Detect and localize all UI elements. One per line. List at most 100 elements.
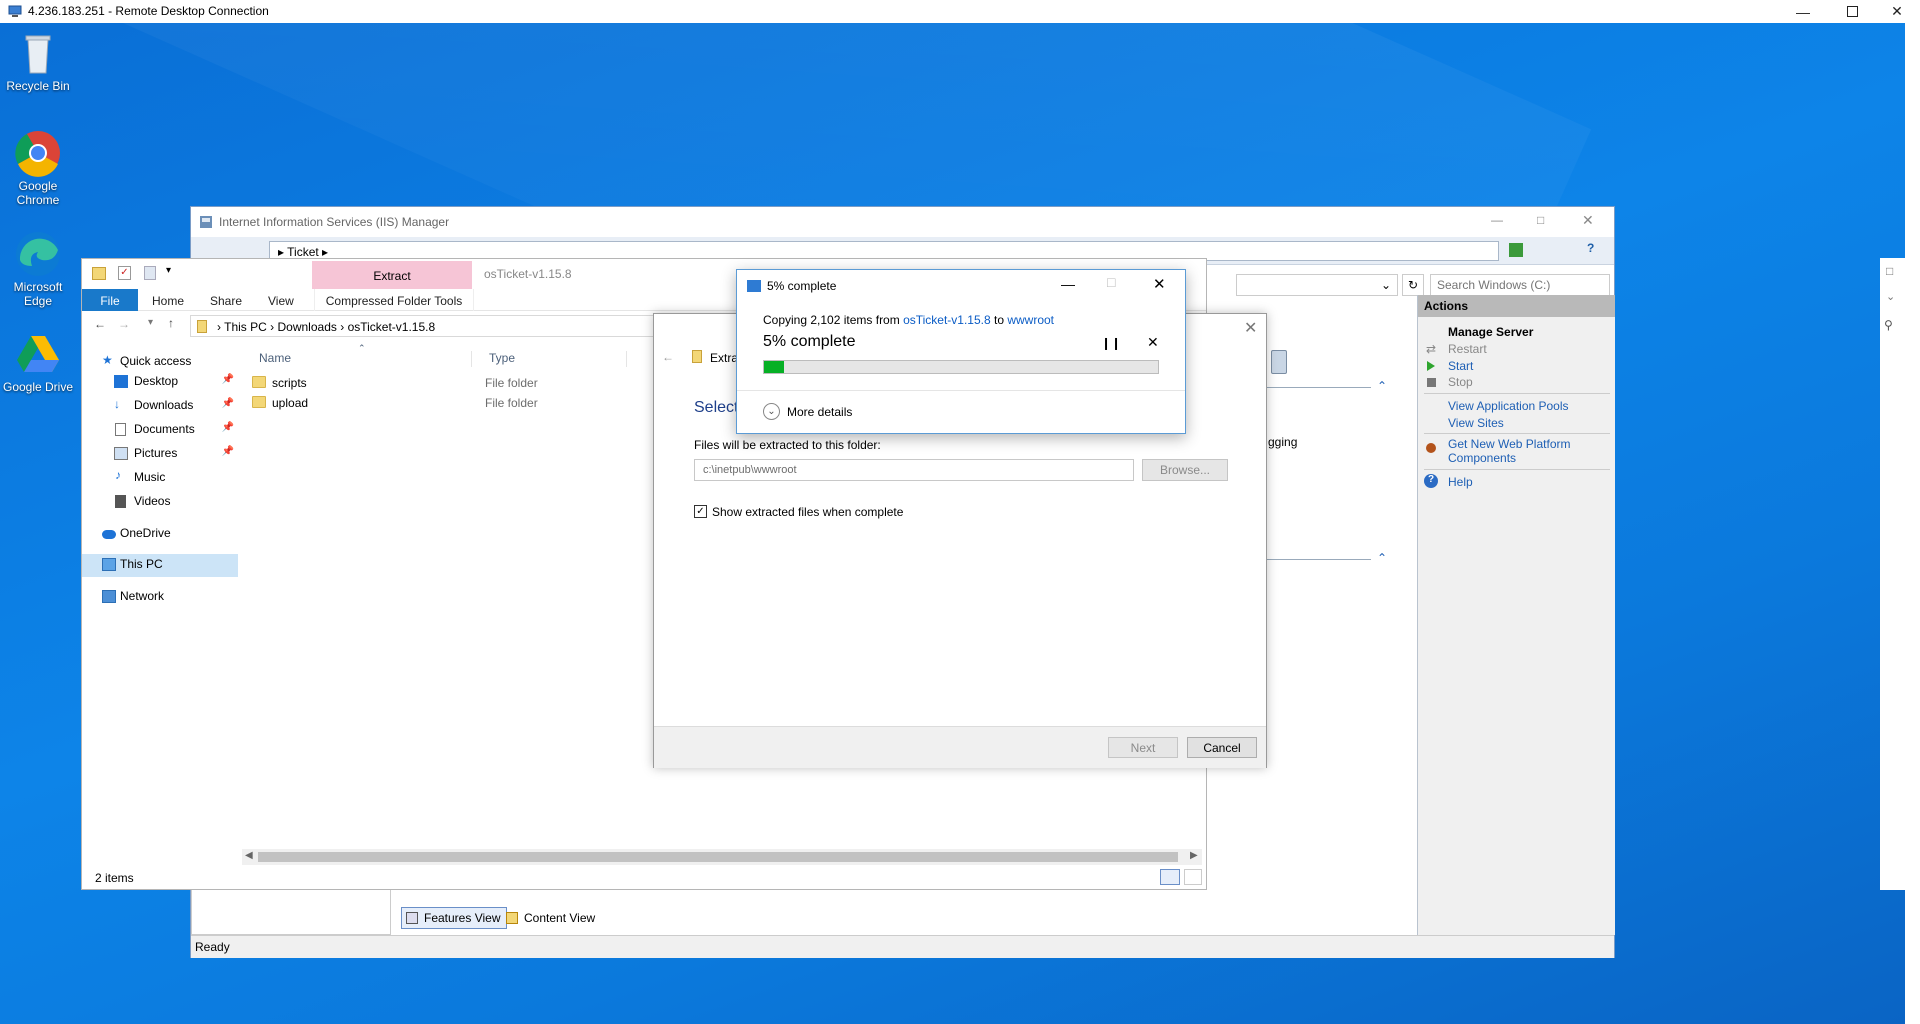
recent-locations-icon[interactable]: ▾	[148, 317, 153, 328]
progress-maximize-button[interactable]: □	[1107, 274, 1115, 290]
iis-minimize-button[interactable]: —	[1491, 213, 1503, 227]
customize-qat-icon[interactable]: ▾	[166, 265, 171, 276]
destination-link[interactable]: wwwroot	[1007, 313, 1054, 327]
pin-icon[interactable]: 📌	[222, 374, 234, 385]
tab-content-view[interactable]: Content View	[501, 907, 602, 929]
maximize-icon	[1846, 6, 1858, 17]
tab-file[interactable]: File	[82, 289, 138, 311]
nav-downloads[interactable]: ↓ Downloads 📌	[82, 395, 238, 417]
desktop-icon-recycle-bin[interactable]: Recycle Bin	[0, 29, 76, 93]
get-web-platform-link-line2[interactable]: Components	[1448, 451, 1516, 465]
nav-network[interactable]: Network	[82, 586, 238, 608]
iis-help-icon[interactable]: ?	[1587, 241, 1594, 255]
properties-icon[interactable]: ✓	[118, 266, 131, 280]
maximize-button[interactable]	[1829, 0, 1875, 23]
get-web-platform-link[interactable]: Get New Web Platform	[1448, 437, 1570, 451]
pin-icon[interactable]: 📌	[222, 422, 234, 433]
restart-action[interactable]: Restart	[1448, 342, 1487, 356]
progress-minimize-button[interactable]: —	[1061, 276, 1075, 292]
google-drive-icon	[14, 330, 62, 378]
wizard-back-icon[interactable]: ←	[662, 350, 674, 364]
nav-quick-access[interactable]: ★ Quick access	[82, 351, 238, 373]
feature-label[interactable]: gging	[1268, 435, 1297, 449]
scroll-left-icon[interactable]: ◀	[245, 850, 253, 861]
tab-label: Content View	[524, 911, 596, 925]
up-arrow-icon[interactable]: ↑	[168, 316, 174, 330]
details-view-icon[interactable]	[1160, 869, 1180, 885]
new-folder-icon[interactable]	[144, 266, 156, 280]
progress-close-button[interactable]: ✕	[1153, 275, 1166, 293]
source-link[interactable]: osTicket-v1.15.8	[903, 313, 991, 327]
cancel-copy-icon[interactable]: ✕	[1147, 334, 1159, 351]
breadcrumb-item[interactable]: osTicket-v1.15.8	[348, 320, 436, 334]
breadcrumb-item[interactable]: This PC	[224, 320, 267, 334]
desktop-icon-google-drive[interactable]: Google Drive	[0, 330, 76, 394]
refresh-button[interactable]: ↻	[1402, 274, 1424, 296]
column-header-name[interactable]: Name	[259, 351, 291, 365]
extract-context-tab[interactable]: Extract	[312, 261, 472, 289]
stop-action[interactable]: Stop	[1448, 375, 1473, 389]
iis-icon	[200, 216, 212, 228]
search-input[interactable]	[1430, 274, 1610, 296]
view-application-pools-link[interactable]: View Application Pools	[1448, 399, 1569, 413]
show-files-label[interactable]: Show extracted files when complete	[712, 505, 903, 519]
nav-label: Pictures	[134, 446, 178, 460]
maximize-icon[interactable]: □	[1886, 264, 1893, 278]
nav-this-pc[interactable]: This PC	[82, 554, 238, 577]
back-arrow-icon[interactable]: ←	[94, 317, 106, 331]
nav-label: OneDrive	[120, 526, 171, 540]
nav-onedrive[interactable]: OneDrive	[82, 523, 238, 545]
horizontal-scrollbar[interactable]: ◀ ▶	[242, 849, 1202, 865]
desktop-icon-edge[interactable]: Microsoft Edge	[0, 230, 76, 308]
wizard-close-icon[interactable]: ✕	[1244, 318, 1257, 338]
pin-icon[interactable]: 📌	[222, 398, 234, 409]
breadcrumb-item[interactable]: Downloads	[278, 320, 337, 334]
scrollbar-thumb[interactable]	[258, 852, 1178, 862]
browse-button[interactable]: Browse...	[1142, 459, 1228, 481]
forward-arrow-icon[interactable]: →	[118, 317, 130, 331]
nav-music[interactable]: ♪ Music	[82, 467, 238, 489]
nav-desktop[interactable]: Desktop 📌	[82, 371, 238, 393]
progress-bar	[763, 360, 1159, 374]
chevron-down-icon[interactable]: ⌄	[1886, 290, 1895, 303]
iis-close-button[interactable]: ✕	[1582, 212, 1594, 229]
pin-icon[interactable]: 📌	[222, 446, 234, 457]
iis-dropdown[interactable]: ⌄	[1236, 274, 1398, 296]
next-button[interactable]: Next	[1108, 737, 1178, 758]
start-action[interactable]: Start	[1448, 359, 1473, 373]
expand-details-icon[interactable]: ⌄	[763, 403, 780, 420]
collapse-icon[interactable]: ⌃	[1377, 551, 1387, 565]
nav-pictures[interactable]: Pictures 📌	[82, 443, 238, 465]
iis-maximize-button[interactable]: □	[1537, 213, 1544, 227]
refresh-icon: ↻	[1407, 278, 1419, 292]
tab-compressed-folder-tools[interactable]: Compressed Folder Tools	[314, 289, 474, 311]
show-files-checkbox[interactable]: ✓	[694, 505, 707, 518]
scroll-right-icon[interactable]: ▶	[1190, 850, 1198, 861]
tab-view[interactable]: View	[258, 289, 304, 311]
view-sites-link[interactable]: View Sites	[1448, 416, 1504, 430]
tab-home[interactable]: Home	[142, 289, 194, 311]
close-button[interactable]: ✕	[1874, 0, 1920, 23]
music-icon: ♪	[115, 468, 121, 482]
progress-title: 5% complete	[767, 279, 837, 293]
go-icon[interactable]	[1509, 243, 1523, 257]
breadcrumb[interactable]: › This PC › Downloads › osTicket-v1.15.8	[190, 315, 660, 337]
column-header-type[interactable]: Type	[489, 351, 515, 365]
nav-documents[interactable]: Documents 📌	[82, 419, 238, 441]
file-row-upload[interactable]: upload File folder	[248, 393, 688, 413]
more-details-link[interactable]: More details	[787, 405, 852, 419]
tab-share[interactable]: Share	[200, 289, 252, 311]
destination-field[interactable]: c:\inetpub\wwwroot	[694, 459, 1134, 481]
pause-icon[interactable]: ❙❙	[1101, 336, 1121, 350]
nav-videos[interactable]: Videos	[82, 491, 238, 513]
search-icon[interactable]: ⚲	[1884, 318, 1893, 332]
desktop-icon-chrome[interactable]: Google Chrome	[0, 129, 76, 207]
cancel-button[interactable]: Cancel	[1187, 737, 1257, 758]
large-icons-view-icon[interactable]	[1184, 869, 1202, 885]
collapse-icon[interactable]: ⌃	[1377, 379, 1387, 393]
help-link[interactable]: Help	[1448, 475, 1473, 489]
minimize-button[interactable]: —	[1780, 0, 1826, 23]
zip-folder-icon	[692, 350, 702, 363]
tab-features-view[interactable]: Features View	[401, 907, 508, 929]
file-row-scripts[interactable]: scripts File folder	[248, 373, 688, 393]
